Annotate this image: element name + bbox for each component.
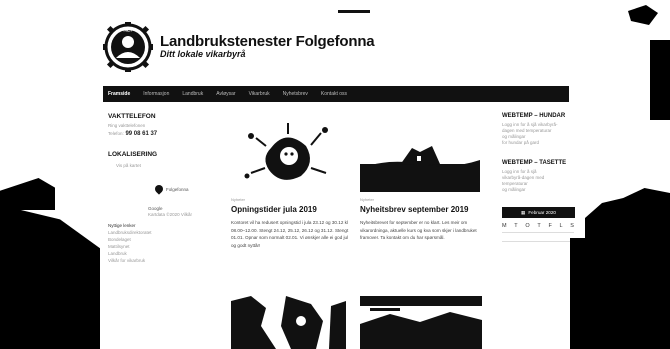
nav-item-framside[interactable]: Framside <box>108 91 130 97</box>
weekday-label: T <box>514 223 518 229</box>
phone-label: Telefon: <box>108 131 124 136</box>
nav-item-kontakt[interactable]: Kontakt oss <box>321 91 347 97</box>
phone-number[interactable]: 99 08 61 37 <box>125 131 157 137</box>
links-heading: Nyttige lenker <box>108 223 136 228</box>
background-silhouette <box>0 205 100 349</box>
map-place: Folgefonna <box>166 187 189 192</box>
post-image[interactable] <box>360 296 482 349</box>
post-excerpt: Nyheitsbrevet for september er no klart.… <box>360 220 477 240</box>
site-title[interactable]: Landbrukstenester Folgefonna <box>160 33 375 50</box>
post-category[interactable]: Nyheter <box>231 197 245 202</box>
nav-item-informasjon[interactable]: Informasjon <box>143 91 169 97</box>
phone-note: Ring vakttelefonen <box>108 123 146 128</box>
post-image[interactable] <box>231 296 346 349</box>
webtemp-line: og målingar <box>502 187 526 192</box>
calendar-icon: ▦ <box>521 209 526 215</box>
weekday-label: F <box>548 223 552 229</box>
map-note: Vis på kartet <box>116 163 141 168</box>
right-sidebar: WEBTEMP – HUNDAR Logg inn for å sjå vika… <box>502 113 577 242</box>
link-item[interactable]: Landbruksdirektoratet <box>108 230 218 236</box>
post-image[interactable] <box>231 118 346 192</box>
nav-item-landbruk[interactable]: Landbruk <box>182 91 203 97</box>
calendar-divider <box>502 241 574 242</box>
link-item[interactable]: Vilkår for vikarbruk <box>108 258 218 264</box>
post-title[interactable]: Opningstider jula 2019 <box>231 205 317 214</box>
logo-icon[interactable]: NLT <box>103 22 153 72</box>
link-item[interactable]: Bondelaget <box>108 237 218 243</box>
vakttelefon-heading: VAKTTELEFON <box>108 113 156 120</box>
calendar-month: Februar 2020 <box>528 210 556 215</box>
weekday-label: O <box>525 223 530 229</box>
link-item[interactable]: Mattilsynet <box>108 244 218 250</box>
left-sidebar: VAKTTELEFON Ring vakttelefonen Telefon: … <box>108 113 218 264</box>
map-pin-icon[interactable] <box>153 183 165 195</box>
calendar-divider <box>502 232 574 233</box>
calendar-header[interactable]: ▦ Februar 2020 <box>502 207 575 218</box>
top-dash <box>338 10 370 13</box>
main-nav: Framside Informasjon Landbruk Avløysar V… <box>103 86 569 102</box>
nav-item-vikarbruk[interactable]: Vikarbruk <box>249 91 270 97</box>
background-silhouette <box>570 238 670 349</box>
background-silhouette <box>628 5 658 25</box>
weekday-label: L <box>559 223 563 229</box>
post-excerpt: Kontoret vil ha redusert opningstid i ju… <box>231 220 349 248</box>
map-terms[interactable]: Kartdata ©2020 Vilkår <box>148 212 192 218</box>
calendar-weekdays: M T O T F L S <box>502 223 574 229</box>
webtemp-hundar-heading: WEBTEMP – HUNDAR <box>502 113 566 119</box>
map-widget[interactable]: Vis på kartet Folgefonna Google Kartdata… <box>108 161 218 219</box>
webtemp-line: for hundar på gard <box>502 140 540 145</box>
webtemp-tasette-heading: WEBTEMP – TASETTE <box>502 160 567 166</box>
phone-row: Telefon: 99 08 61 37 <box>108 131 218 137</box>
logo-text: NLT <box>123 28 132 34</box>
background-silhouette <box>585 188 670 238</box>
site-tagline: Ditt lokale vikarbyrå <box>160 49 246 59</box>
weekday-label: T <box>537 223 541 229</box>
post-category[interactable]: Nyheter <box>360 197 374 202</box>
background-silhouette <box>650 40 670 120</box>
links-list: Nyttige lenker Landbruksdirektoratet Bon… <box>108 223 218 264</box>
weekday-label: M <box>502 223 507 229</box>
background-silhouette <box>0 178 55 210</box>
link-item[interactable]: Landbruk <box>108 251 218 257</box>
weekday-label: S <box>570 223 574 229</box>
nav-item-nyhetsbrev[interactable]: Nyhetsbrev <box>283 91 308 97</box>
post-title[interactable]: Nyheitsbrev september 2019 <box>360 205 469 214</box>
post-image[interactable] <box>360 118 480 192</box>
nav-item-avloysar[interactable]: Avløysar <box>216 91 235 97</box>
lokalisering-heading: LOKALISERING <box>108 151 158 158</box>
